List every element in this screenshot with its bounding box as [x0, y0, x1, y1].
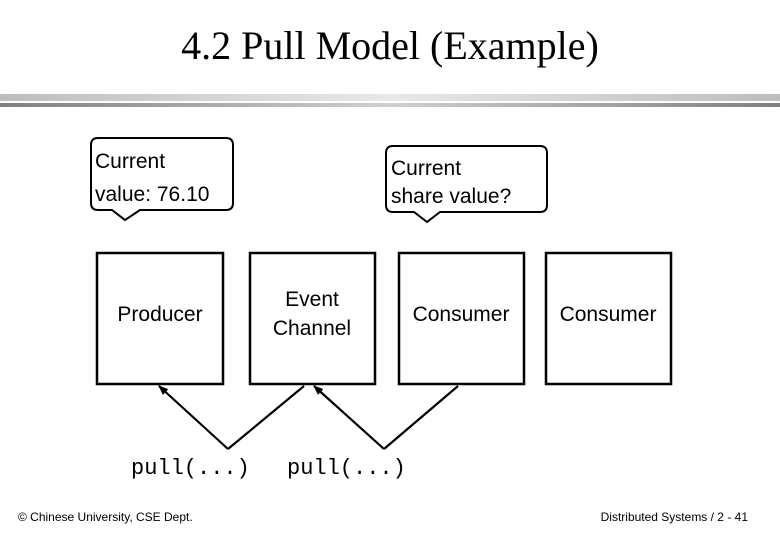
callout-consumer-question: Current share value?	[385, 145, 548, 224]
event-channel-box: Event Channel	[248, 251, 377, 386]
producer-label: Producer	[117, 303, 202, 326]
event-channel-label-line-2: Channel	[273, 317, 351, 340]
event-channel-label-line-1: Event	[285, 288, 339, 311]
producer-box: Producer	[95, 251, 225, 386]
pull-call-label: pull(...)	[287, 456, 406, 481]
consumer-label: Consumer	[413, 303, 510, 326]
callout-line-2: value: 76.10	[95, 183, 209, 206]
pull-model-diagram: Current value: 76.10 Current share value…	[90, 137, 673, 481]
consumer-box-1: Consumer	[397, 251, 526, 386]
callout-producer-value: Current value: 76.10	[90, 137, 234, 222]
callout-line-2: share value?	[391, 185, 511, 208]
consumer-label: Consumer	[560, 303, 657, 326]
callout-line-1: Current	[95, 150, 165, 173]
pull-arrow-consumer-from-channel	[313, 385, 459, 450]
callout-line-1: Current	[391, 157, 461, 180]
consumer-box-2: Consumer	[544, 251, 673, 386]
footer-copyright: © Chinese University, CSE Dept.	[18, 510, 193, 524]
pull-arrow-channel-from-producer	[158, 385, 305, 450]
pull-call-label: pull(...)	[131, 456, 250, 481]
footer-page-number: Distributed Systems / 2 - 41	[600, 510, 748, 524]
